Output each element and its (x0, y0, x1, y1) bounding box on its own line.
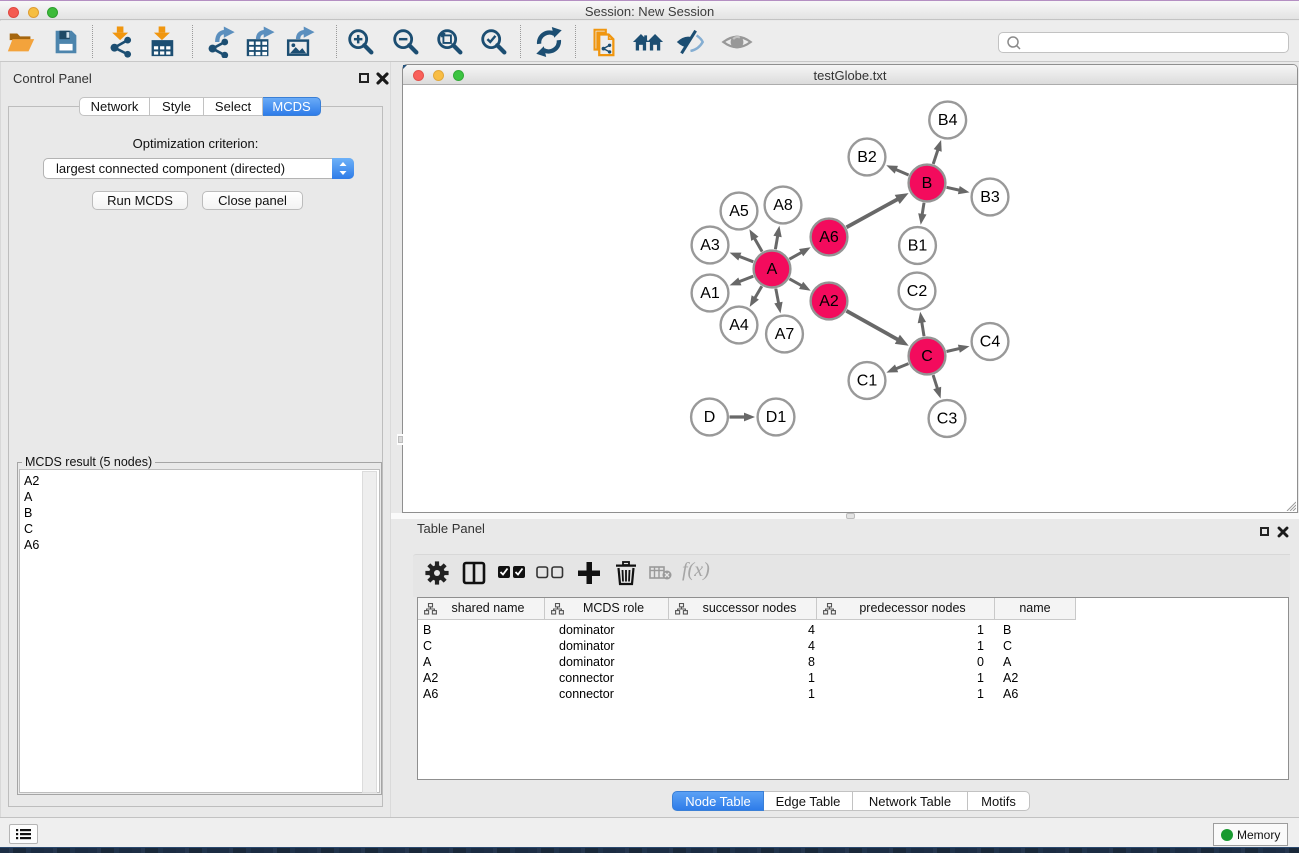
svg-text:B2: B2 (857, 149, 877, 166)
svg-text:D1: D1 (766, 409, 787, 426)
svg-text:B3: B3 (980, 189, 1000, 206)
svg-text:A8: A8 (773, 197, 793, 214)
svg-text:A7: A7 (775, 326, 795, 343)
svg-text:A2: A2 (819, 293, 839, 310)
svg-text:A4: A4 (729, 317, 749, 334)
svg-text:A3: A3 (700, 237, 720, 254)
svg-text:B1: B1 (908, 238, 928, 255)
svg-text:B4: B4 (938, 112, 958, 129)
svg-text:B: B (922, 175, 933, 192)
svg-text:A6: A6 (819, 229, 839, 246)
svg-text:C3: C3 (937, 411, 958, 428)
svg-text:C2: C2 (907, 283, 928, 300)
svg-text:A1: A1 (700, 285, 720, 302)
svg-text:C1: C1 (857, 373, 878, 390)
svg-text:D: D (704, 409, 716, 426)
svg-text:C4: C4 (980, 334, 1001, 351)
svg-text:A: A (767, 261, 778, 278)
svg-text:C: C (921, 348, 933, 365)
svg-text:A5: A5 (729, 203, 749, 220)
